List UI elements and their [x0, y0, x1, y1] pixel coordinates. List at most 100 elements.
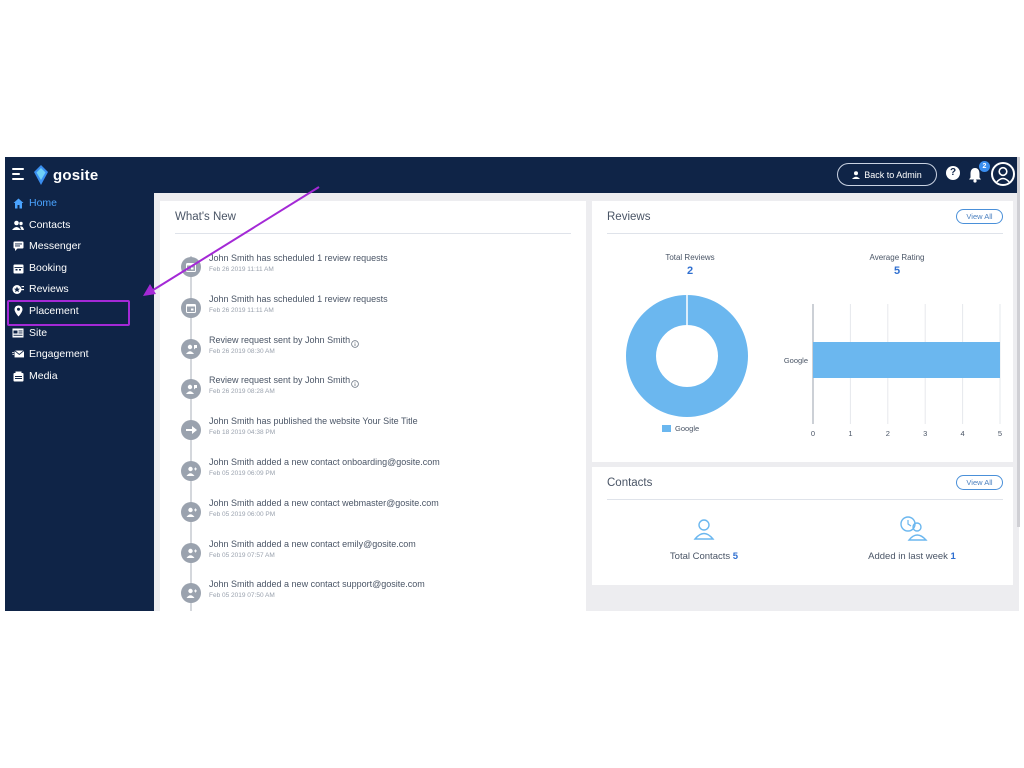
activity-timestamp: Feb 05 2019 07:50 AM: [209, 592, 275, 600]
total-contacts-label: Total Contacts: [669, 551, 731, 562]
activity-text: Review request sent by John Smith: [209, 334, 351, 345]
calendar-icon: [181, 257, 201, 277]
info-icon[interactable]: [351, 335, 359, 353]
add-contact-icon: [181, 501, 201, 522]
sidebar: Home Contacts Messenger Booking Reviews …: [5, 193, 154, 611]
activity-timestamp: Feb 05 2019 06:09 PM: [209, 470, 276, 477]
publish-icon: [181, 420, 201, 441]
info-icon[interactable]: [351, 375, 359, 393]
activity-timestamp: Feb 18 2019 04:38 PM: [209, 429, 276, 437]
x-tick-label: 5: [998, 429, 1002, 438]
activity-text: Review request sent by John Smith: [209, 375, 351, 386]
site-icon: [12, 327, 24, 339]
notifications-button[interactable]: 2: [968, 161, 990, 184]
contacts-panel: Contacts View All Total Contacts 5 Added…: [592, 467, 1013, 585]
activity-timestamp: Feb 26 2019 08:30 AM: [209, 347, 275, 355]
activity-item: Review request sent by John Smith Feb 26 …: [181, 375, 581, 405]
whats-new-panel: What's New John Smith has scheduled 1 re…: [160, 201, 586, 611]
help-icon[interactable]: ?: [946, 166, 960, 180]
gosite-logo-icon: [34, 165, 48, 185]
reviews-view-all-button[interactable]: View All: [956, 209, 1003, 224]
activity-item: John Smith has published the website You…: [181, 416, 581, 446]
review-request-icon: [181, 379, 201, 400]
activity-timestamp: Feb 05 2019 07:57 AM: [209, 551, 275, 559]
activity-text: John Smith added a new contact support@g…: [209, 579, 425, 590]
activity-item: John Smith added a new contact webmaster…: [181, 498, 581, 528]
bar-google[interactable]: [813, 342, 1000, 378]
activity-item: Review request sent by John Smith Feb 26 …: [181, 335, 581, 365]
activity-item: John Smith added a new contact onboardin…: [181, 457, 581, 487]
back-to-admin-label: Back to Admin: [864, 169, 922, 180]
contacts-view-all-button[interactable]: View All: [956, 475, 1003, 490]
divider: [607, 233, 1003, 234]
page-scrollbar[interactable]: [1017, 157, 1020, 527]
top-bar: gosite Back to Admin ? 2: [5, 157, 1019, 193]
sidebar-item-home[interactable]: Home: [5, 193, 154, 213]
calendar-icon: [181, 297, 201, 318]
review-request-icon: [181, 338, 201, 359]
legend-swatch: [662, 425, 671, 432]
legend-label: Google: [675, 424, 700, 433]
activity-text: John Smith added a new contact onboardin…: [209, 457, 440, 467]
activity-item: John Smith has scheduled 1 review reques…: [181, 253, 581, 283]
activity-timestamp: Feb 26 2019 11:11 AM: [209, 306, 274, 314]
user-avatar-icon: [995, 166, 1011, 184]
activity-text: John Smith has scheduled 1 review reques…: [209, 293, 388, 304]
sidebar-item-label: Home: [29, 197, 58, 209]
sidebar-item-label: Site: [29, 327, 48, 339]
sidebar-item-label: Media: [29, 370, 58, 382]
activity-text: John Smith has published the website You…: [209, 416, 418, 427]
activity-item: John Smith added a new contact support@g…: [181, 579, 581, 609]
add-contact-icon: [181, 542, 201, 563]
sidebar-item-engagement[interactable]: Engagement: [5, 344, 154, 364]
screenshot-stage: gosite Back to Admin ? 2 Home Contacts M…: [0, 0, 1024, 768]
divider: [607, 499, 1003, 500]
avatar[interactable]: [991, 162, 1015, 186]
x-tick-label: 3: [923, 429, 927, 438]
back-to-admin-button[interactable]: Back to Admin: [837, 163, 937, 186]
reviews-icon: [12, 283, 24, 295]
whats-new-title: What's New: [175, 211, 236, 223]
x-tick-label: 4: [961, 429, 965, 438]
home-icon: [12, 197, 24, 209]
average-rating-value: 5: [893, 265, 901, 277]
activity-text: John Smith added a new contact webmaster…: [209, 497, 439, 508]
donut-legend: Google: [662, 424, 699, 433]
x-tick-label: 0: [811, 429, 815, 438]
sidebar-item-messenger[interactable]: Messenger: [5, 236, 154, 256]
rating-bar-chart: 0 1 2 3 4 5 Google: [784, 304, 1002, 438]
placement-highlight-box: [7, 300, 130, 326]
add-contact-icon: [181, 461, 201, 481]
total-contacts-icon: [693, 519, 715, 540]
media-icon: [12, 370, 24, 382]
activity-text: John Smith has scheduled 1 review reques…: [209, 253, 388, 263]
sidebar-item-booking[interactable]: Booking: [5, 258, 154, 278]
sidebar-item-label: Reviews: [29, 283, 69, 295]
contacts-icon: [12, 219, 24, 231]
activity-item: John Smith has scheduled 1 review reques…: [181, 294, 581, 324]
reviews-title: Reviews: [607, 211, 651, 223]
sidebar-item-reviews[interactable]: Reviews: [5, 279, 154, 299]
messenger-icon: [12, 240, 24, 252]
brand[interactable]: gosite: [33, 164, 98, 186]
reviews-donut-chart: [625, 295, 748, 417]
add-contact-icon: [181, 583, 201, 604]
app-window: gosite Back to Admin ? 2 Home Contacts M…: [5, 157, 1019, 611]
activity-item: John Smith added a new contact emily@gos…: [181, 539, 581, 569]
booking-icon: [12, 262, 24, 274]
x-tick-label: 1: [848, 429, 852, 438]
activity-timestamp: Feb 26 2019 11:11 AM: [209, 266, 274, 273]
reviews-panel: Reviews View All Total Reviews 2 Average…: [592, 201, 1013, 462]
sidebar-item-media[interactable]: Media: [5, 366, 154, 386]
average-rating-label: Average Rating: [869, 253, 925, 262]
sidebar-item-site[interactable]: Site: [5, 323, 154, 343]
added-last-week-stat: Added in last week 1: [832, 551, 992, 562]
brand-name: gosite: [53, 166, 99, 184]
total-contacts-stat: Total Contacts 5: [624, 551, 784, 562]
hamburger-menu-icon[interactable]: [12, 168, 24, 180]
sidebar-item-label: Contacts: [29, 219, 71, 231]
sidebar-item-label: Messenger: [29, 240, 81, 252]
sidebar-item-label: Booking: [29, 262, 67, 274]
sidebar-item-contacts[interactable]: Contacts: [5, 215, 154, 235]
contacts-title: Contacts: [607, 477, 653, 489]
